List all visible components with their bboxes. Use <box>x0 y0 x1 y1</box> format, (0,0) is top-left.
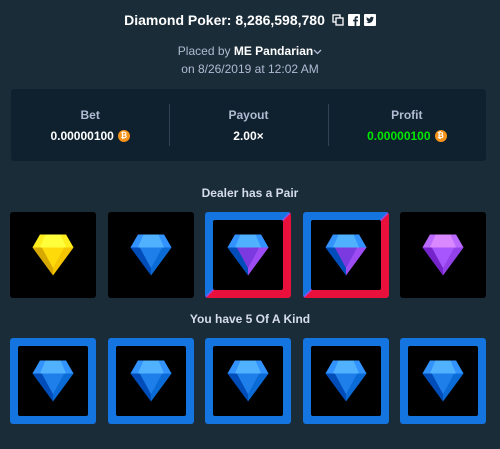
blue-diamond-icon <box>227 360 269 402</box>
copy-icon[interactable] <box>332 14 344 26</box>
facebook-icon[interactable] <box>347 14 360 26</box>
bet-label: Bet <box>80 107 100 122</box>
blue-diamond-icon <box>130 234 172 276</box>
game-title: Diamond Poker: 8,286,598,780 <box>124 12 325 28</box>
blue-diamond-icon <box>422 360 464 402</box>
chevron-down-icon[interactable] <box>313 44 322 58</box>
modal-header: Diamond Poker: 8,286,598,780 <box>0 10 500 30</box>
purple-diamond-icon <box>422 234 464 276</box>
dealer-gem-card <box>303 212 389 298</box>
player-gem-card <box>10 338 96 424</box>
bet-stat: Bet 0.00000100 ₿ <box>11 89 169 161</box>
player-gem-card <box>205 338 291 424</box>
placed-by-prefix: Placed by <box>177 44 231 58</box>
bitcoin-icon: ₿ <box>434 129 447 142</box>
blue-diamond-icon <box>325 234 367 276</box>
profit-label: Profit <box>391 107 423 122</box>
bet-value: 0.00000100 <box>50 128 114 143</box>
bet-stats-panel: Bet 0.00000100 ₿ Payout 2.00× Profit 0.0… <box>11 89 486 161</box>
profit-value: 0.00000100 <box>367 128 431 143</box>
player-hand-title: You have 5 Of A Kind <box>189 312 311 326</box>
blue-diamond-icon <box>130 360 172 402</box>
dealer-gem-row <box>10 212 490 300</box>
twitter-icon[interactable] <box>363 14 376 26</box>
bitcoin-icon: ₿ <box>117 129 130 142</box>
yellow-diamond-icon <box>32 234 74 276</box>
blue-diamond-icon <box>325 360 367 402</box>
dealer-gem-card <box>400 212 486 298</box>
dealer-gem-card <box>205 212 291 298</box>
payout-label: Payout <box>228 107 269 122</box>
dealer-gem-card <box>108 212 194 298</box>
username-link[interactable]: ME Pandarian <box>234 44 313 58</box>
placed-by-line: Placed by ME Pandarian <box>0 44 500 58</box>
player-gem-row <box>10 338 490 426</box>
payout-value: 2.00× <box>233 128 264 143</box>
payout-stat: Payout 2.00× <box>169 89 327 161</box>
dealer-hand-title: Dealer has a Pair <box>201 186 299 200</box>
placed-date: on 8/26/2019 at 12:02 AM <box>181 62 319 76</box>
profit-stat: Profit 0.00000100 ₿ <box>327 89 486 161</box>
player-gem-card <box>108 338 194 424</box>
player-gem-card <box>303 338 389 424</box>
player-gem-card <box>400 338 486 424</box>
blue-diamond-icon <box>32 360 74 402</box>
blue-diamond-icon <box>227 234 269 276</box>
dealer-gem-card <box>10 212 96 298</box>
